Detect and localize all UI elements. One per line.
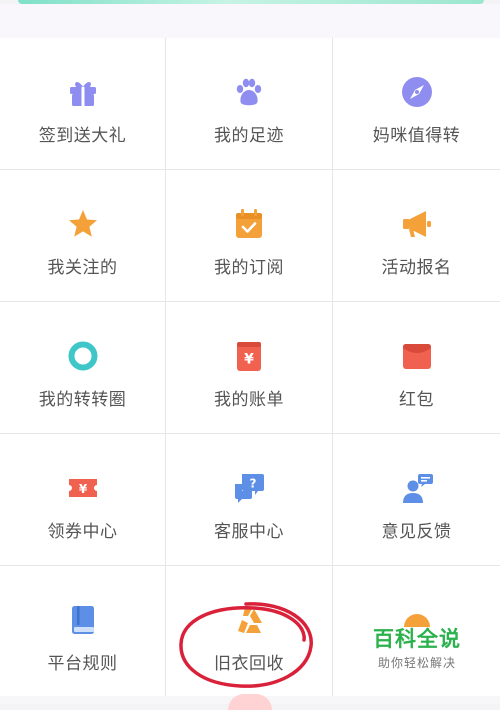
grid-item-event-signup[interactable]: 活动报名 — [333, 170, 500, 301]
grid-item-label: 意见反馈 — [381, 522, 452, 541]
grid-item-platform-rules[interactable]: 平台规则 — [0, 566, 165, 697]
grid-item-label: 妈咪值得转 — [372, 126, 461, 145]
svg-text:¥: ¥ — [244, 352, 254, 368]
svg-text:¥: ¥ — [78, 482, 87, 496]
service-grid: 签到送大礼 我的足迹 妈咪值得转 我关注的 我的订阅 活动报名 我的转转圈 ¥ … — [0, 38, 500, 697]
grid-item-feedback[interactable]: 意见反馈 — [333, 434, 500, 565]
watermark-subtitle: 助你轻松解决 — [377, 656, 456, 670]
grid-item-subscriptions[interactable]: 我的订阅 — [166, 170, 332, 301]
grid-item-label: 领券中心 — [47, 522, 118, 541]
grid-item-label: 红包 — [399, 390, 434, 409]
book-icon — [66, 603, 100, 637]
megaphone-icon — [400, 207, 434, 241]
grid-item-label: 平台规则 — [47, 654, 118, 673]
recycle-icon — [232, 603, 266, 637]
grid-item-label: 我的账单 — [214, 390, 284, 409]
coupon-icon: ¥ — [66, 471, 100, 505]
grid-item-my-circle[interactable]: 我的转转圈 — [0, 302, 165, 433]
bottom-partial-icon — [228, 694, 272, 710]
grid-item-label: 我的足迹 — [214, 126, 284, 145]
ring-icon — [66, 339, 100, 373]
feedback-user-icon — [400, 471, 434, 505]
grid-item-customer-service[interactable]: ? 客服中心 — [166, 434, 332, 565]
svg-text:?: ? — [250, 477, 257, 491]
star-icon — [66, 207, 100, 241]
bill-icon: ¥ — [232, 339, 266, 373]
grid-item-mommy-share[interactable]: 妈咪值得转 — [333, 38, 500, 169]
grid-item-label: 我关注的 — [47, 258, 118, 277]
grid-item-label: 我的转转圈 — [38, 390, 127, 409]
watermark-title: 百科全说 — [373, 628, 461, 651]
grid-item-old-clothes-recycle[interactable]: 旧衣回收 — [166, 566, 332, 697]
section-divider — [0, 4, 500, 38]
grid-item-following[interactable]: 我关注的 — [0, 170, 165, 301]
grid-item-checkin-gift[interactable]: 签到送大礼 — [0, 38, 165, 169]
calendar-check-icon — [232, 207, 266, 241]
red-envelope-icon — [400, 339, 434, 373]
grid-item-label: 我的订阅 — [214, 258, 284, 277]
grid-item-label: 签到送大礼 — [38, 126, 127, 145]
grid-item-coupon-center[interactable]: ¥ 领券中心 — [0, 434, 165, 565]
grid-item-label: 活动报名 — [381, 258, 452, 277]
compass-icon — [400, 75, 434, 109]
help-chat-icon: ? — [232, 471, 266, 505]
gift-icon — [66, 75, 100, 109]
grid-item-my-bills[interactable]: ¥ 我的账单 — [166, 302, 332, 433]
grid-item-label: 旧衣回收 — [214, 654, 284, 673]
grid-item-red-envelope[interactable]: 红包 — [333, 302, 500, 433]
grid-item-footprints[interactable]: 我的足迹 — [166, 38, 332, 169]
grid-item-label: 客服中心 — [214, 522, 284, 541]
paw-icon — [232, 75, 266, 109]
watermark: 百科全说 助你轻松解决 — [350, 628, 484, 676]
